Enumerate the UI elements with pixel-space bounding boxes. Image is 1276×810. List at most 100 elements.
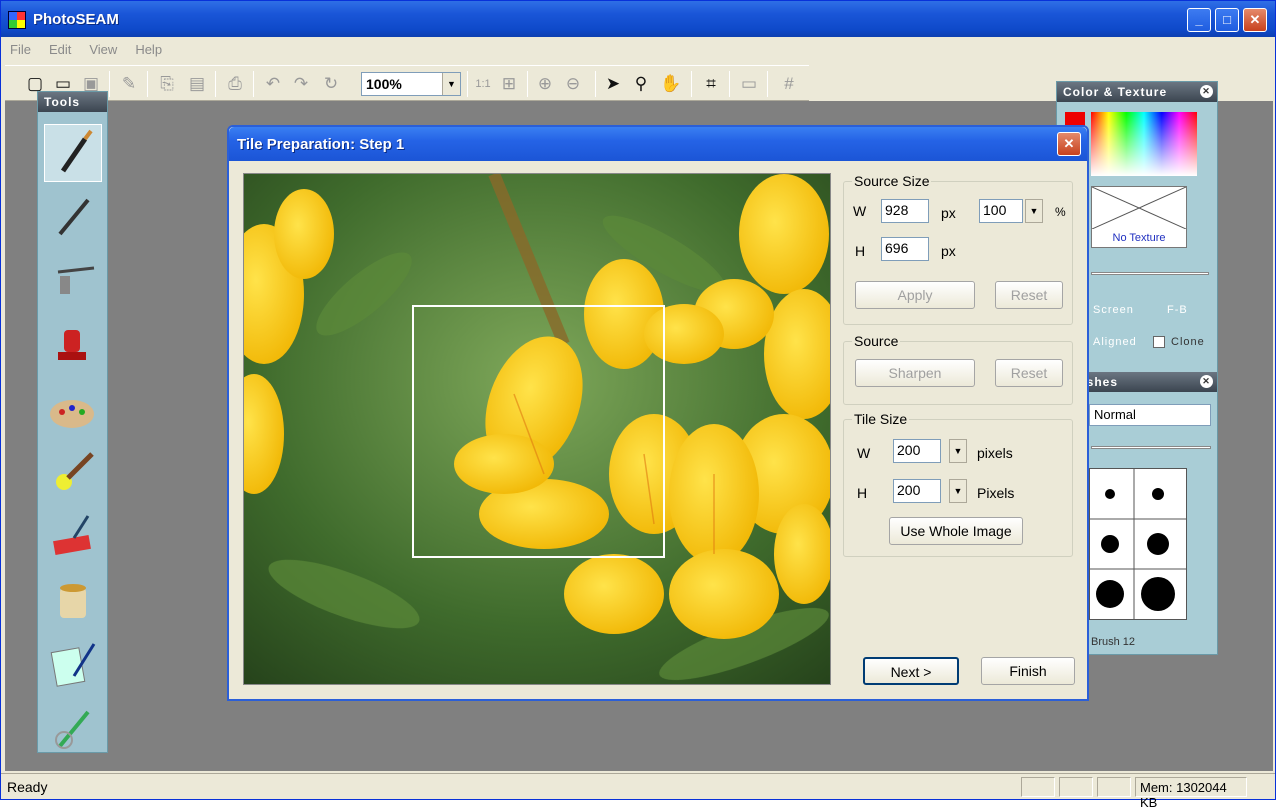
toolbar-separator (147, 71, 148, 97)
brush-grid[interactable] (1089, 468, 1187, 620)
toolbar: ▢ ▭ ▣ ✎ ⎘ ▤ ⎙ ↶ ↷ ↻ 100% ▼ 1:1 ⊞ ⊕ ⊖ ➤ ⚲ … (5, 65, 809, 101)
paint-bucket-tool[interactable] (44, 572, 102, 630)
crop-icon[interactable]: ⌗ (699, 72, 723, 96)
use-whole-image-button[interactable]: Use Whole Image (889, 517, 1023, 545)
tile-size-legend: Tile Size (854, 411, 908, 427)
foreground-color-swatch[interactable] (1065, 112, 1085, 126)
close-icon[interactable]: ✕ (1200, 85, 1213, 98)
minimize-button[interactable]: _ (1187, 8, 1211, 32)
menu-edit[interactable]: Edit (40, 37, 80, 57)
maximize-button[interactable]: □ (1215, 8, 1239, 32)
toolbar-separator (595, 71, 596, 97)
clone-checkbox[interactable] (1153, 336, 1165, 348)
pencil-tool[interactable] (44, 188, 102, 246)
blend-mode-select[interactable]: Normal (1089, 404, 1211, 426)
percent-unit: % (1055, 205, 1066, 219)
hand-icon[interactable]: ✋ (659, 72, 683, 96)
source-reset-button[interactable]: Reset (995, 359, 1063, 387)
sharpen-button[interactable]: Sharpen (855, 359, 975, 387)
aligned-label: Aligned (1093, 336, 1137, 348)
percent-input[interactable]: 100 (979, 199, 1023, 223)
menu-bar: File Edit View Help (1, 37, 1275, 61)
magnifier-icon[interactable]: ⚲ (629, 72, 653, 96)
title-bar[interactable]: PhotoSEAM _ □ ✕ (1, 1, 1275, 37)
color-panel-title-text: Color & Texture (1063, 85, 1168, 99)
chevron-down-icon[interactable]: ▼ (1025, 199, 1043, 223)
edit-icon[interactable]: ✎ (117, 72, 141, 96)
undo-icon[interactable]: ↶ (261, 72, 285, 96)
smudge-tool[interactable] (44, 700, 102, 758)
blend-mode-value: Normal (1094, 407, 1136, 422)
menu-file[interactable]: File (1, 37, 40, 57)
source-height-unit: px (941, 243, 956, 259)
dialog-close-button[interactable]: ✕ (1057, 132, 1081, 156)
dialog-title: Tile Preparation: Step 1 (237, 136, 405, 153)
chevron-down-icon[interactable]: ▼ (442, 73, 460, 95)
dialog-title-bar[interactable]: Tile Preparation: Step 1 ✕ (229, 127, 1087, 161)
app-icon (8, 11, 26, 29)
next-button[interactable]: Next > (863, 657, 959, 685)
close-icon[interactable]: ✕ (1200, 375, 1213, 388)
texture-label: No Texture (1112, 232, 1166, 244)
screen-icon[interactable]: ▭ (737, 72, 761, 96)
opacity-slider[interactable] (1091, 446, 1211, 449)
pointer-icon[interactable]: ➤ (601, 72, 625, 96)
source-height-input[interactable]: 696 (881, 237, 929, 261)
clone-stamp-tool[interactable] (44, 316, 102, 374)
grid-icon[interactable]: # (777, 72, 801, 96)
tools-panel: Tools (37, 91, 108, 753)
chevron-down-icon[interactable]: ▼ (949, 439, 967, 463)
source-size-reset-button[interactable]: Reset (995, 281, 1063, 309)
toolbar-separator (253, 71, 254, 97)
actual-size-button[interactable]: 1:1 (471, 72, 495, 96)
color-spectrum[interactable] (1091, 112, 1197, 176)
tile-height-input[interactable]: 200 (893, 479, 941, 503)
redo-icon[interactable]: ↷ (289, 72, 313, 96)
brush-name: Brush 12 (1091, 636, 1136, 648)
print-icon[interactable]: ⎙ (223, 72, 247, 96)
memory-indicator: Mem: 1302044 KB (1135, 777, 1247, 810)
zoom-in-icon[interactable]: ⊕ (533, 72, 557, 96)
history-icon[interactable]: ↻ (319, 72, 343, 96)
menu-help[interactable]: Help (126, 37, 171, 57)
tile-selection-box[interactable] (412, 305, 665, 558)
apply-button[interactable]: Apply (855, 281, 975, 309)
paste-icon[interactable]: ▤ (185, 72, 209, 96)
fit-window-icon[interactable]: ⊞ (497, 72, 521, 96)
brush-tool[interactable] (44, 124, 102, 182)
menu-view[interactable]: View (80, 37, 126, 57)
palette-tool[interactable] (44, 380, 102, 438)
toolbar-separator (527, 71, 528, 97)
close-button[interactable]: ✕ (1243, 8, 1267, 32)
tile-width-input[interactable]: 200 (893, 439, 941, 463)
tile-width-unit: pixels (977, 445, 1013, 461)
canvas-tool[interactable] (44, 636, 102, 694)
eraser-tool[interactable] (44, 508, 102, 566)
source-image-preview[interactable] (243, 173, 831, 685)
status-panel (1021, 777, 1055, 797)
source-width-input[interactable]: 928 (881, 199, 929, 223)
toolbar-separator (691, 71, 692, 97)
chevron-down-icon[interactable]: ▼ (949, 479, 967, 503)
status-bar: Ready Mem: 1302044 KB (1, 773, 1275, 810)
toolbar-separator (767, 71, 768, 97)
zoom-out-icon[interactable]: ⊖ (561, 72, 585, 96)
source-height-label: H (855, 243, 866, 259)
app-window: PhotoSEAM _ □ ✕ File Edit View Help ▢ ▭ ▣ ✎… (0, 0, 1276, 810)
toolbar-separator (109, 71, 110, 97)
zoom-select[interactable]: 100% ▼ (361, 72, 461, 96)
toolbar-separator (215, 71, 216, 97)
texture-slider[interactable] (1091, 272, 1209, 275)
finish-button[interactable]: Finish (981, 657, 1075, 685)
status-panel (1059, 777, 1093, 797)
toolbar-separator (467, 71, 468, 97)
texture-preview[interactable]: No Texture (1091, 186, 1187, 248)
copy-icon[interactable]: ⎘ (155, 72, 179, 96)
zoom-value: 100% (366, 76, 402, 92)
pattern-brush-tool[interactable] (44, 444, 102, 502)
fb-label: F-B (1167, 304, 1188, 316)
tools-panel-title: Tools (38, 92, 107, 112)
source-legend: Source (854, 333, 899, 349)
status-panel (1097, 777, 1131, 797)
airbrush-tool[interactable] (44, 252, 102, 310)
